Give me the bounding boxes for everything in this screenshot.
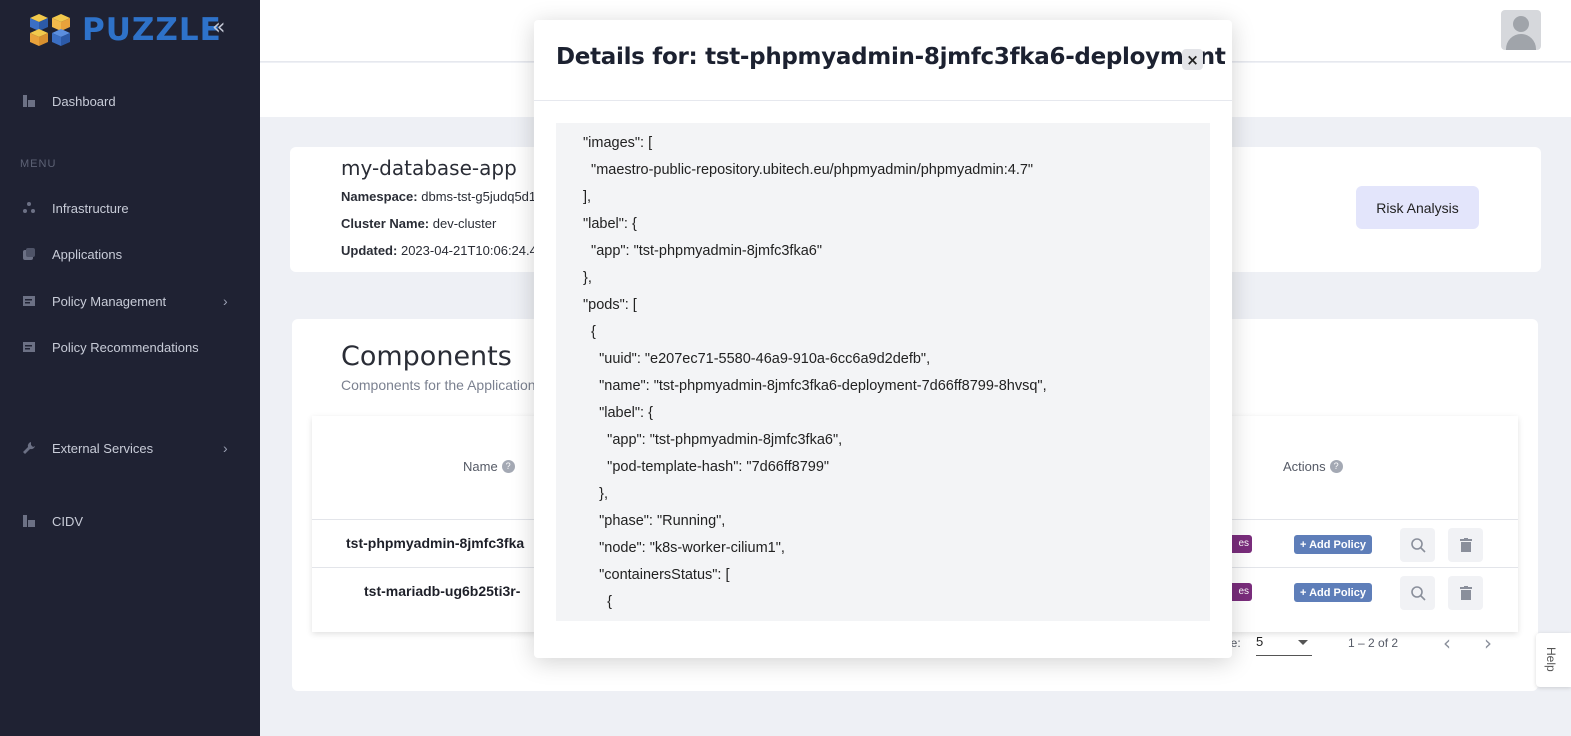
close-icon: × <box>1186 50 1199 69</box>
help-icon[interactable]: ? <box>1329 460 1343 473</box>
user-avatar[interactable] <box>1501 10 1541 50</box>
dashboard-icon <box>23 95 35 107</box>
help-tab[interactable]: Help <box>1536 633 1571 687</box>
code-line: "node": "k8s-worker-cilium1", <box>583 540 785 556</box>
code-line: "label": { <box>583 405 653 421</box>
code-line: "label": { <box>583 216 637 232</box>
collapse-sidebar-icon[interactable]: « <box>212 17 225 39</box>
code-line: "app": "tst-phpmyadmin-8jmfc3fka6" <box>583 243 822 259</box>
sidebar-item-label: Applications <box>52 246 123 262</box>
avatar-body-shape <box>1506 34 1536 50</box>
sidebar-item-applications[interactable]: Applications <box>0 239 260 269</box>
code-line: "pod-template-hash": "7d66ff8799" <box>583 459 830 475</box>
namespace-row: Namespace: dbms-tst-g5judq5d14 <box>341 189 543 204</box>
component-name[interactable]: tst-mariadb-ug6b25ti3r- <box>364 583 520 599</box>
search-icon <box>1410 538 1426 553</box>
column-header-name[interactable]: Name ? <box>463 459 515 474</box>
code-line: "pods": [ <box>583 297 637 313</box>
code-line: "uuid": "e207ec71-5580-46a9-910a-6cc6a9d… <box>583 351 931 367</box>
search-icon <box>1410 586 1426 601</box>
sidebar-item-infrastructure[interactable]: Infrastructure <box>0 193 260 223</box>
puzzle-logo-icon <box>30 14 70 46</box>
components-title: Components <box>341 341 512 372</box>
code-line: "phase": "Running", <box>583 513 726 529</box>
code-line: "app": "tst-phpmyadmin-8jmfc3fka6", <box>583 432 843 448</box>
view-button[interactable] <box>1400 576 1435 610</box>
cidv-icon <box>23 515 35 527</box>
policy-icon <box>23 296 35 306</box>
column-header-label: Actions <box>1283 459 1326 474</box>
cluster-row: Cluster Name: dev-cluster <box>341 216 496 231</box>
sidebar-item-external-services[interactable]: External Services › <box>0 433 260 463</box>
sidebar-item-label: External Services <box>52 440 154 456</box>
wrench-icon <box>23 442 35 454</box>
add-policy-button[interactable]: + Add Policy <box>1294 535 1372 554</box>
updated-label: Updated: <box>341 243 398 258</box>
updated-row: Updated: 2023-04-21T10:06:24.4 <box>341 243 537 258</box>
code-line: { <box>583 324 596 340</box>
component-name[interactable]: tst-phpmyadmin-8jmfc3fka <box>346 535 524 551</box>
sidebar-item-cidv[interactable]: CIDV <box>0 506 260 536</box>
help-label: Help <box>1544 647 1558 672</box>
chevron-right-icon: › <box>223 440 228 456</box>
sidebar-item-label: Policy Recommendations <box>52 339 199 355</box>
trash-icon <box>1459 586 1472 600</box>
previous-page-icon[interactable]: ‹ <box>1443 631 1451 655</box>
recommendations-icon <box>23 342 35 352</box>
avatar-head-shape <box>1513 16 1529 32</box>
namespace-value: dbms-tst-g5judq5d14 <box>421 189 544 204</box>
menu-section-label: MENU <box>20 158 57 170</box>
chevron-right-icon: › <box>223 293 228 309</box>
sidebar-item-label: Policy Management <box>52 293 167 309</box>
logo[interactable]: PUZZLE <box>28 10 222 50</box>
chevron-down-icon <box>1298 640 1308 645</box>
namespace-label: Namespace: <box>341 189 418 204</box>
trash-icon <box>1459 538 1472 552</box>
add-policy-button[interactable]: + Add Policy <box>1294 583 1372 602</box>
code-line: "maestro-public-repository.ubitech.eu/ph… <box>583 162 1034 178</box>
code-line: ], <box>583 189 592 205</box>
delete-button[interactable] <box>1448 528 1483 562</box>
close-button[interactable]: × <box>1182 49 1203 70</box>
sidebar: PUZZLE « Dashboard MENU Infrastructure A… <box>0 0 260 736</box>
json-details-viewer[interactable]: "images": [ "maestro-public-repository.u… <box>556 123 1210 621</box>
items-per-page-select[interactable]: 5 <box>1256 634 1312 656</box>
risk-analysis-button[interactable]: Risk Analysis <box>1356 186 1479 229</box>
sidebar-item-label: Infrastructure <box>52 200 129 216</box>
sidebar-item-policy-recommendations[interactable]: Policy Recommendations <box>0 332 260 362</box>
sidebar-item-label: Dashboard <box>52 93 116 109</box>
help-icon[interactable]: ? <box>501 460 515 473</box>
app-name: my-database-app <box>341 156 517 180</box>
items-per-page-value: 5 <box>1256 634 1264 649</box>
components-subtitle: Components for the Application <box>341 377 536 393</box>
column-header-actions: Actions ? <box>1283 459 1343 474</box>
code-line: "name": "tst-phpmyadmin-8jmfc3fka6-deplo… <box>583 378 1047 394</box>
column-header-label: Name <box>463 459 498 474</box>
code-line: }, <box>583 486 608 502</box>
details-modal: Details for: tst-phpmyadmin-8jmfc3fka6-d… <box>534 20 1232 658</box>
sidebar-item-dashboard[interactable]: Dashboard <box>0 86 260 116</box>
modal-divider <box>534 100 1232 101</box>
modal-title: Details for: tst-phpmyadmin-8jmfc3fka6-d… <box>556 44 1226 70</box>
infrastructure-icon <box>23 202 35 213</box>
view-button[interactable] <box>1400 528 1435 562</box>
pagination-range: 1 – 2 of 2 <box>1348 636 1399 650</box>
applications-icon <box>23 248 35 260</box>
cluster-label: Cluster Name: <box>341 216 430 231</box>
sidebar-item-policy-management[interactable]: Policy Management › <box>0 286 260 316</box>
delete-button[interactable] <box>1448 576 1483 610</box>
code-line: { <box>583 594 613 610</box>
cluster-value: dev-cluster <box>432 216 497 231</box>
updated-value: 2023-04-21T10:06:24.4 <box>400 243 537 258</box>
brand-name: PUZZLE <box>82 12 222 48</box>
code-line: }, <box>583 270 592 286</box>
next-page-icon[interactable]: › <box>1484 631 1492 655</box>
code-line: "containersStatus": [ <box>583 567 730 583</box>
code-line: "images": [ <box>583 135 653 151</box>
sidebar-item-label: CIDV <box>52 513 84 529</box>
